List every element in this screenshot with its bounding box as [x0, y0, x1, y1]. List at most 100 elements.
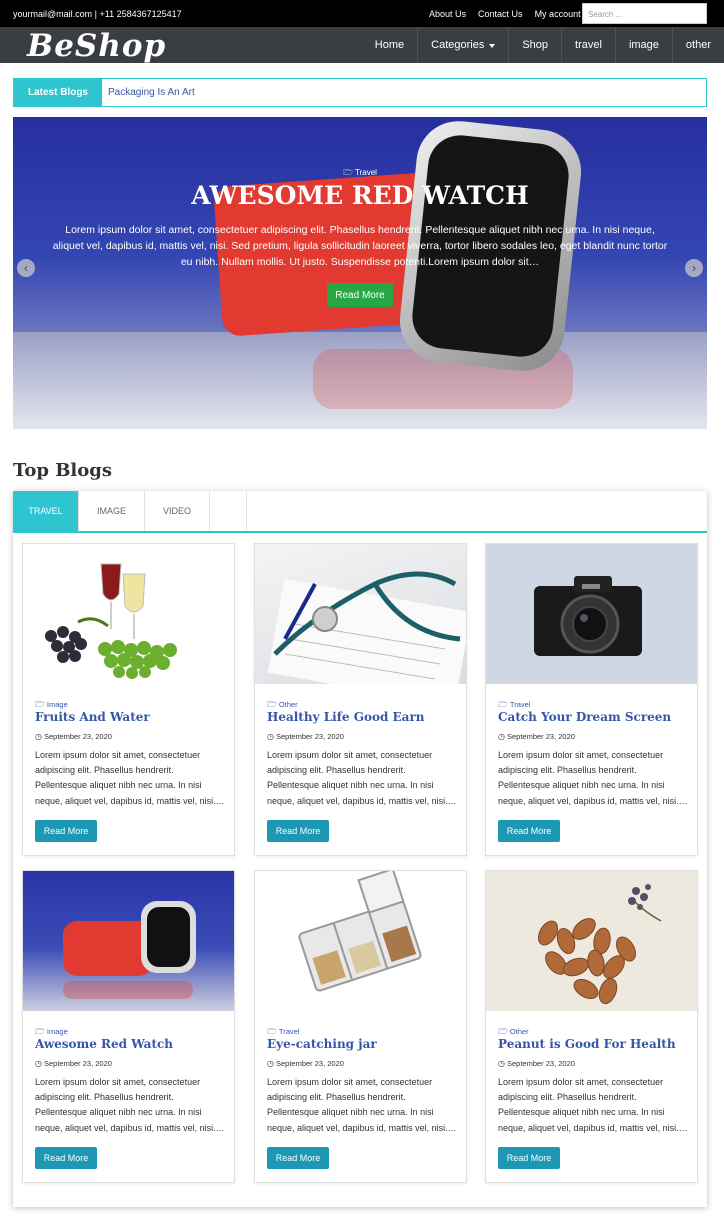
post-date: ◷ September 23, 2020	[267, 1059, 344, 1068]
post-excerpt: Lorem ipsum dolor sit amet, consectetuer…	[35, 1077, 225, 1133]
hero-excerpt: Lorem ipsum dolor sit amet, consectetuer…	[52, 224, 668, 268]
top-bar: yourmail@mail.com | +11 2584367125417 Ab…	[0, 0, 724, 27]
nav-other-label: other	[685, 39, 711, 51]
post-date-label: September 23, 2020	[275, 1059, 344, 1068]
read-more-button[interactable]: Read More	[267, 820, 329, 842]
jar-image	[298, 871, 422, 992]
blog-thumbnail[interactable]	[23, 544, 234, 684]
tab-travel[interactable]: TRAVEL	[13, 491, 79, 531]
blog-card: 🗁 Travel Catch Your Dream Screen ◷ Septemb…	[485, 543, 698, 856]
camera-image	[534, 576, 642, 656]
hero-slider: 🗁 Travel AWESOME RED WATCH Lorem ipsum do…	[13, 117, 707, 429]
post-date-label: September 23, 2020	[506, 732, 575, 741]
almonds-image	[538, 884, 662, 1005]
search-input[interactable]: Search ...	[582, 3, 707, 24]
caret-down-icon	[489, 43, 496, 48]
read-more-button[interactable]: Read More	[35, 820, 97, 842]
blog-card: 🗁 Image Fruits And Water ◷ September 23, 2…	[22, 543, 235, 856]
hero-category-label: Travel	[354, 168, 377, 177]
post-date: ◷ September 23, 2020	[35, 732, 112, 741]
main-header: BeShop Home Categories Shop travel image…	[0, 27, 724, 64]
post-excerpt: Lorem ipsum dolor sit amet, consectetuer…	[498, 750, 688, 806]
nav-image[interactable]: image	[614, 27, 672, 63]
site-logo[interactable]: BeShop	[27, 28, 166, 64]
tab-video[interactable]: VIDEO	[145, 491, 211, 531]
wine-grapes-image	[45, 563, 177, 679]
tab-image[interactable]: IMAGE	[79, 491, 146, 531]
nav-travel[interactable]: travel	[561, 27, 615, 63]
tab-empty	[210, 491, 248, 531]
blog-tabs: TRAVEL IMAGE VIDEO	[13, 491, 707, 533]
post-title[interactable]: Eye-catching jar	[267, 1037, 377, 1051]
post-date-label: September 23, 2020	[43, 1059, 112, 1068]
folder-icon: 🗁	[498, 700, 508, 709]
nav-home[interactable]: Home	[362, 27, 417, 63]
read-more-button[interactable]: Read More	[498, 1147, 560, 1169]
post-title[interactable]: Catch Your Dream Screen	[498, 710, 671, 724]
clock-icon: ◷	[35, 1059, 42, 1068]
folder-icon: 🗁	[267, 700, 277, 709]
folder-icon: 🗁	[343, 168, 353, 177]
hero-title[interactable]: AWESOME RED WATCH	[13, 181, 707, 210]
top-links: About Us Contact Us My account	[429, 9, 593, 19]
contact-us-link[interactable]: Contact Us	[478, 9, 523, 19]
post-category-label: Travel	[509, 700, 531, 709]
hero-category[interactable]: 🗁 Travel	[13, 167, 707, 181]
post-date-label: September 23, 2020	[275, 732, 344, 741]
post-category-label: Other	[278, 700, 298, 709]
read-more-button[interactable]: Read More	[267, 1147, 329, 1169]
hero-read-more-button[interactable]: Read More	[327, 283, 393, 307]
post-title[interactable]: Peanut is Good For Health	[498, 1037, 676, 1051]
post-date: ◷ September 23, 2020	[498, 1059, 575, 1068]
post-date-label: September 23, 2020	[506, 1059, 575, 1068]
post-title[interactable]: Fruits And Water	[35, 710, 150, 724]
nav-travel-label: travel	[575, 39, 602, 51]
red-watch-image	[63, 901, 196, 999]
blog-thumbnail[interactable]	[255, 544, 466, 684]
read-more-button[interactable]: Read More	[35, 1147, 97, 1169]
my-account-link[interactable]: My account	[535, 9, 581, 19]
nav-home-label: Home	[374, 39, 405, 51]
post-title[interactable]: Healthy Life Good Earn	[267, 710, 425, 724]
post-excerpt: Lorem ipsum dolor sit amet, consectetuer…	[35, 750, 225, 806]
clock-icon: ◷	[267, 1059, 274, 1068]
read-more-button[interactable]: Read More	[498, 820, 560, 842]
blog-card: 🗁 Travel Eye-catching jar ◷ September 23, …	[254, 870, 467, 1183]
nav-categories-label: Categories	[431, 39, 485, 51]
about-us-link[interactable]: About Us	[429, 9, 466, 19]
latest-blogs-ticker: Latest Blogs Packaging Is An Art	[13, 78, 707, 107]
post-date: ◷ September 23, 2020	[35, 1059, 112, 1068]
clock-icon: ◷	[267, 732, 274, 741]
post-excerpt: Lorem ipsum dolor sit amet, consectetuer…	[498, 1077, 688, 1133]
nav-image-label: image	[628, 39, 659, 51]
post-date: ◷ September 23, 2020	[267, 732, 344, 741]
folder-icon: 🗁	[498, 1027, 508, 1036]
folder-icon: 🗁	[35, 700, 45, 709]
folder-icon: 🗁	[267, 1027, 277, 1036]
chevron-left-icon[interactable]: ‹	[17, 259, 35, 277]
stethoscope-image	[267, 571, 466, 684]
nav-shop[interactable]: Shop	[508, 27, 561, 63]
blog-card: 🗁 Image Awesome Red Watch ◷ September 23, …	[22, 870, 235, 1183]
post-date: ◷ September 23, 2020	[498, 732, 575, 741]
post-category-label: Image	[46, 700, 68, 709]
post-title[interactable]: Awesome Red Watch	[35, 1037, 173, 1051]
nav-shop-label: Shop	[522, 39, 549, 51]
folder-icon: 🗁	[35, 1027, 45, 1036]
main-nav: Home Categories Shop travel image other	[362, 27, 724, 63]
ticker-link[interactable]: Packaging Is An Art	[108, 87, 195, 98]
blog-thumbnail[interactable]	[486, 871, 697, 1011]
clock-icon: ◷	[498, 1059, 505, 1068]
blog-thumbnail[interactable]	[486, 544, 697, 684]
top-blogs-title: Top Blogs	[13, 460, 112, 481]
nav-categories[interactable]: Categories	[417, 27, 508, 63]
post-category-label: Travel	[278, 1027, 300, 1036]
post-excerpt: Lorem ipsum dolor sit amet, consectetuer…	[267, 1077, 457, 1133]
post-category-label: Other	[509, 1027, 529, 1036]
blog-card: 🗁 Other Healthy Life Good Earn ◷ September…	[254, 543, 467, 856]
chevron-right-icon[interactable]: ›	[685, 259, 703, 277]
nav-other[interactable]: other	[671, 27, 724, 63]
post-date-label: September 23, 2020	[43, 732, 112, 741]
blog-thumbnail[interactable]	[23, 871, 234, 1011]
blog-thumbnail[interactable]	[255, 871, 466, 1011]
